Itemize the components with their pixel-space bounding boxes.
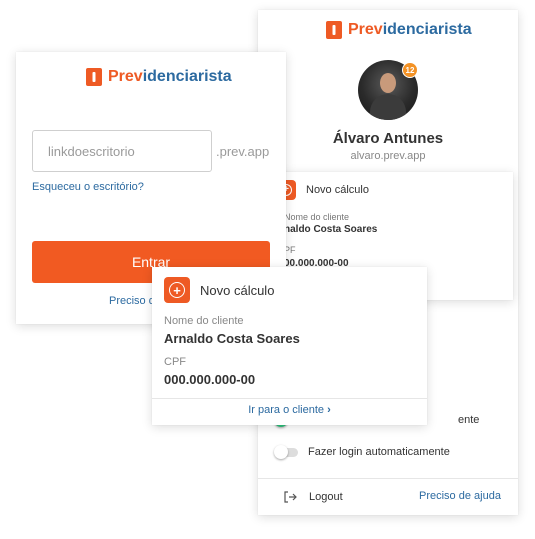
calc-title: Novo cálculo: [200, 282, 275, 298]
logout-icon: [284, 491, 297, 503]
brand-logo: Previdenciarista: [326, 21, 472, 39]
tie-icon: [86, 68, 102, 86]
notification-badge: 12: [402, 62, 418, 78]
new-calculation-card[interactable]: + Novo cálculo Nome do cliente Arnaldo C…: [152, 267, 427, 425]
user-name: Álvaro Antunes: [332, 130, 444, 147]
calc-title: Novo cálculo: [306, 184, 369, 196]
brand-logo: Previdenciarista: [86, 68, 232, 86]
go-to-client-link[interactable]: Ir para o cliente ›: [152, 404, 427, 416]
tie-icon: [326, 21, 342, 39]
setting-label-auto-login: Fazer login automaticamente: [308, 446, 450, 458]
setting-label-1: ente: [458, 414, 480, 426]
footer-divider: [258, 478, 518, 479]
toggle-switch-off[interactable]: [274, 444, 298, 459]
calc-header: + Novo cálculo: [164, 277, 274, 303]
add-calculation-icon: +: [164, 277, 190, 303]
setting-row-auto-login[interactable]: Fazer login automaticamente: [274, 444, 450, 459]
help-link[interactable]: Preciso de ajuda: [419, 490, 501, 502]
calc-header: + Novo cálculo: [276, 180, 369, 200]
domain-suffix: .prev.app: [216, 144, 270, 159]
logout-button[interactable]: Logout: [283, 490, 343, 504]
office-link-input[interactable]: linkdoescritorio: [32, 130, 212, 172]
client-name-value: Arnaldo Costa Soares: [164, 331, 300, 346]
cpf-value: 000.000.000-00: [164, 372, 256, 387]
go-to-client-label: Ir para o cliente: [248, 404, 325, 416]
forgot-office-link[interactable]: Esqueceu o escritório?: [32, 181, 144, 193]
client-name-value: naldo Costa Soares: [284, 224, 378, 235]
card-divider: [152, 398, 427, 399]
client-name-label: Nome do cliente: [164, 315, 244, 327]
user-site: alvaro.prev.app: [350, 150, 426, 162]
cpf-label: CPF: [164, 356, 186, 368]
chevron-right-icon: ›: [327, 404, 331, 416]
client-name-label: Nome do cliente: [284, 212, 350, 222]
logout-label: Logout: [309, 491, 343, 503]
help-link-left[interactable]: Preciso d: [109, 295, 155, 307]
